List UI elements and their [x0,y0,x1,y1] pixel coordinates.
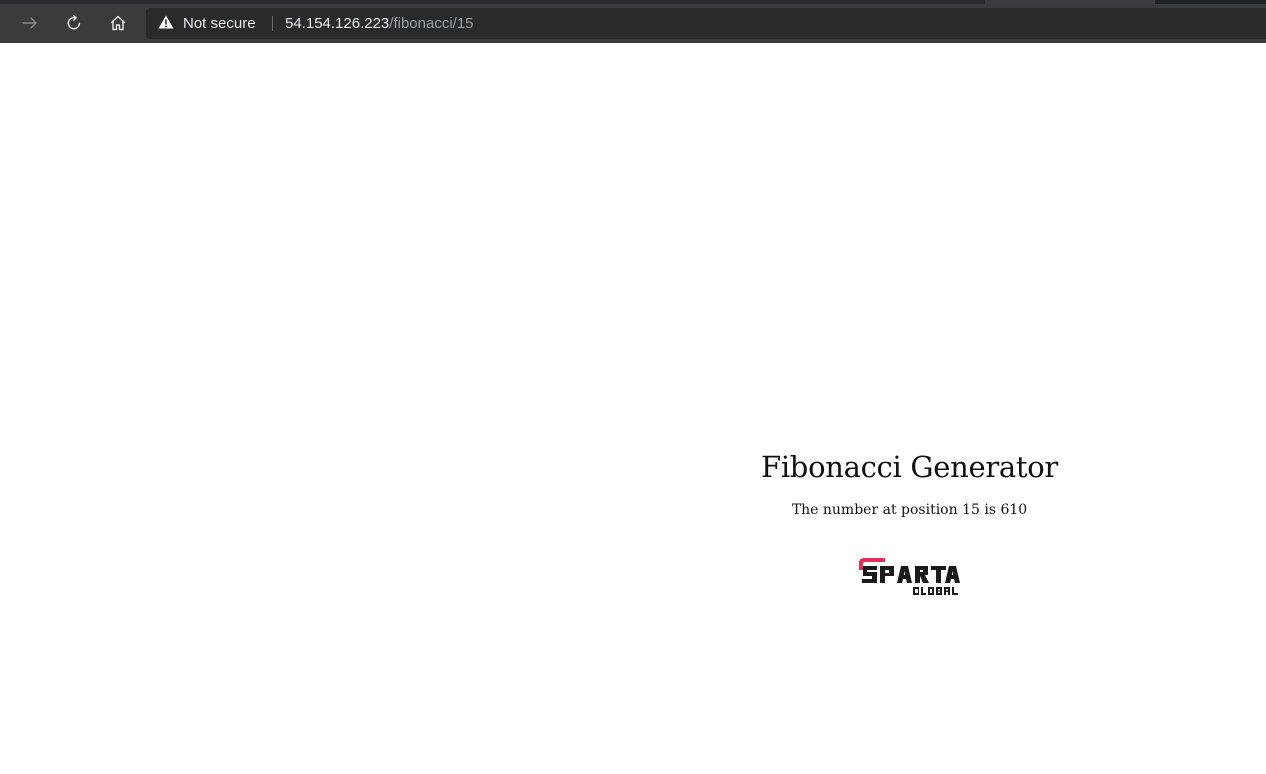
browser-toolbar: Not secure 54.154.126.223/fibonacci/15 [0,4,1266,43]
security-indicator[interactable]: Not secure [158,8,256,39]
sparta-global-logo [857,557,963,599]
reload-button[interactable] [58,7,90,39]
omnibox-divider [272,16,273,31]
page-title: Fibonacci Generator [761,450,1058,484]
security-label: Not secure [183,15,256,32]
warning-triangle-icon [158,14,174,33]
forward-button[interactable] [14,7,46,39]
address-bar[interactable]: Not secure 54.154.126.223/fibonacci/15 [146,8,1266,39]
arrow-right-icon [20,13,40,33]
url-host: 54.154.126.223 [285,15,390,32]
reload-icon [64,13,84,33]
url-text[interactable]: 54.154.126.223/fibonacci/15 [285,8,474,39]
url-path: /fibonacci/15 [389,15,474,32]
home-button[interactable] [102,7,134,39]
fibonacci-result: The number at position 15 is 610 [791,502,1028,518]
home-icon [108,13,128,33]
page-content: Fibonacci Generator The number at positi… [553,430,1266,599]
